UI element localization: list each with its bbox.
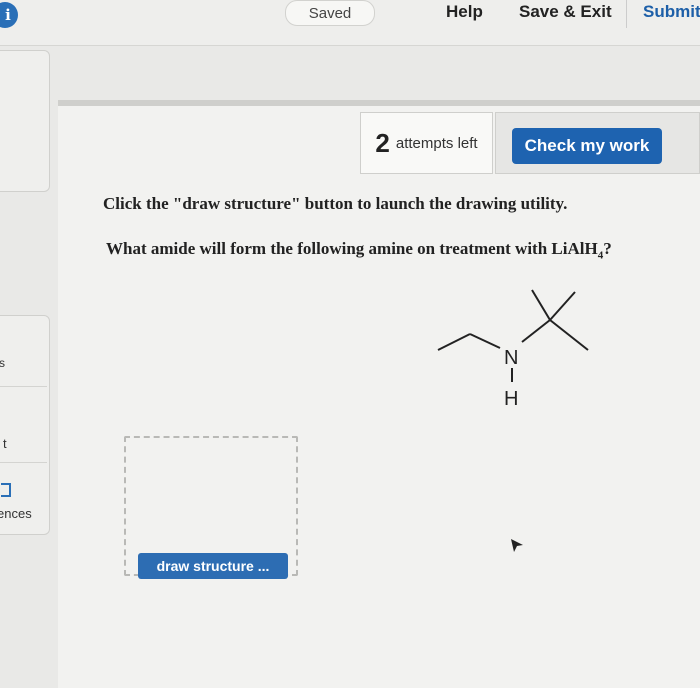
question-panel: 2 attempts left Check my work Click the … xyxy=(58,100,700,688)
nitrogen-atom: N xyxy=(504,347,518,369)
saved-status-badge: Saved xyxy=(285,0,375,26)
sidebar-fragment-ences: ences xyxy=(0,506,32,521)
instruction-text: Click the "draw structure" button to lau… xyxy=(103,194,568,213)
sidebar-card-bottom[interactable]: s t ences xyxy=(0,315,50,535)
check-my-work-button[interactable]: Check my work xyxy=(512,128,662,164)
attempts-label: attempts left xyxy=(395,134,478,152)
sidebar-separator xyxy=(0,462,47,463)
bookmark-icon xyxy=(1,483,11,497)
sidebar-fragment-s: s xyxy=(0,356,5,370)
question-text-end: ? xyxy=(603,239,612,258)
submit-link[interactable]: Submit xyxy=(643,2,700,22)
save-exit-link[interactable]: Save & Exit xyxy=(519,2,612,22)
check-area: Check my work xyxy=(495,112,700,174)
amine-structure: N H xyxy=(437,289,589,410)
attempts-counter: 2 attempts left xyxy=(360,112,493,174)
help-link[interactable]: Help xyxy=(446,2,483,22)
sidebar: s t ences xyxy=(0,50,50,688)
question-text: What amide will form the following amine… xyxy=(106,239,696,261)
mouse-cursor-icon xyxy=(511,539,523,552)
attempts-count: 2 xyxy=(375,127,390,158)
question-text-main: What amide will form the following amine… xyxy=(106,239,598,258)
info-icon[interactable]: i xyxy=(0,2,18,28)
top-bar: i Saved Help Save & Exit Submit xyxy=(0,0,700,46)
sidebar-separator xyxy=(0,386,47,387)
sidebar-card-top[interactable] xyxy=(0,50,50,192)
sidebar-fragment-t: t xyxy=(3,436,7,451)
draw-structure-button[interactable]: draw structure ... xyxy=(138,553,288,579)
hydrogen-atom: H xyxy=(504,388,518,410)
top-divider xyxy=(626,0,627,28)
